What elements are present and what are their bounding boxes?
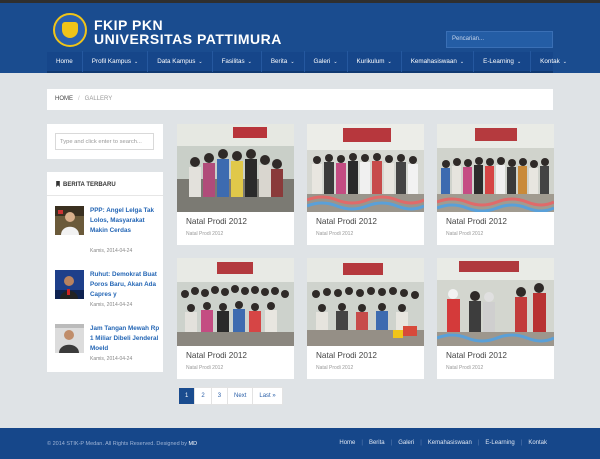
sidebar-search-widget: Type and click enter to search...: [47, 124, 163, 159]
bookmark-icon: [56, 181, 60, 187]
nav-item-kemahasiswaan[interactable]: Kemahasiswaan ⌄: [402, 51, 475, 72]
divider: [47, 195, 163, 196]
nav-label: Kemahasiswaan: [410, 58, 457, 65]
nav-label: Profil Kampus: [91, 58, 131, 65]
nav-item-home[interactable]: Home: [47, 51, 83, 72]
site-header: FKIP PKN UNIVERSITAS PATTIMURA Pencarian…: [0, 0, 600, 52]
nav-item-data-kampus[interactable]: Data Kampus ⌄: [148, 51, 213, 72]
gallery-card-subtitle: Natal Prodi 2012: [316, 231, 354, 237]
gallery-card[interactable]: Natal Prodi 2012 Natal Prodi 2012: [307, 124, 424, 245]
page-1-link[interactable]: 1: [179, 388, 196, 404]
nav-label: Kurikulum: [356, 58, 385, 65]
gallery-photo[interactable]: [307, 124, 424, 212]
gallery-card[interactable]: Natal Prodi 2012 Natal Prodi 2012: [437, 124, 554, 245]
sidebar-search-input[interactable]: Type and click enter to search...: [55, 133, 154, 150]
gallery-photo[interactable]: [437, 258, 554, 346]
copyright-text: © 2014 STIK-P Medan. All Rights Reserved…: [47, 441, 197, 447]
news-widget-heading: BERITA TERBARU: [55, 181, 116, 188]
gallery-card-subtitle: Natal Prodi 2012: [446, 231, 484, 237]
nav-item-kontak[interactable]: Kontak ⌄: [531, 51, 576, 72]
nav-item-e-learning[interactable]: E-Learning ⌄: [474, 51, 532, 72]
copyright-label: © 2014 STIK-P Medan. All Rights Reserved…: [47, 441, 187, 447]
nav-label: Galeri: [313, 58, 331, 65]
gallery-card[interactable]: Natal Prodi 2012 Natal Prodi 2012: [177, 258, 294, 379]
gallery-card-title[interactable]: Natal Prodi 2012: [446, 217, 507, 226]
gallery-card[interactable]: Natal Prodi 2012 Natal Prodi 2012: [177, 124, 294, 245]
nav-label: Fasilitas: [221, 58, 245, 65]
gallery-card-title[interactable]: Natal Prodi 2012: [446, 351, 507, 360]
nav-label: Berita: [270, 58, 288, 65]
gallery-card-title[interactable]: Natal Prodi 2012: [186, 351, 247, 360]
nav-item-fasilitas[interactable]: Fasilitas ⌄: [213, 51, 262, 72]
nav-item-profil-kampus[interactable]: Profil Kampus ⌄: [83, 51, 149, 72]
gallery-card-title[interactable]: Natal Prodi 2012: [186, 217, 247, 226]
chevron-down-icon: ⌄: [290, 59, 295, 65]
news-thumbnail[interactable]: [55, 206, 84, 235]
chevron-down-icon: ⌄: [134, 59, 139, 65]
footer-link-kemahasiswaan[interactable]: Kemahasiswaan: [422, 440, 478, 446]
main-nav: Home Profil Kampus ⌄ Data Kampus ⌄ Fasilit…: [47, 51, 567, 73]
university-logo[interactable]: [53, 13, 87, 47]
chevron-down-icon: ⌄: [198, 59, 203, 65]
gallery-card[interactable]: Natal Prodi 2012 Natal Prodi 2012: [307, 258, 424, 379]
gallery-card-subtitle: Natal Prodi 2012: [186, 365, 224, 371]
footer-link-kontak[interactable]: Kontak: [522, 440, 553, 446]
designer-link[interactable]: MD: [189, 441, 198, 447]
chevron-down-icon: ⌄: [387, 59, 392, 65]
news-title[interactable]: PPP: Angel Lelga Tak Lolos, Masyarakat M…: [90, 206, 160, 236]
gallery-photo[interactable]: [177, 258, 294, 346]
header-search-input[interactable]: Pencarian...: [446, 31, 553, 48]
breadcrumb: HOME / GALLERY: [47, 89, 553, 110]
news-date: Kamis, 2014-04-24: [90, 302, 133, 308]
news-widget-heading-label: BERITA TERBARU: [63, 182, 116, 188]
last-page-link[interactable]: Last »: [253, 388, 281, 404]
gallery-photo[interactable]: [307, 258, 424, 346]
next-page-link[interactable]: Next: [228, 388, 254, 404]
news-thumbnail[interactable]: [55, 324, 84, 353]
latest-news-widget: BERITA TERBARU PPP: Angel Lelga Tak Lolo…: [47, 172, 163, 372]
news-date: Kamis, 2014-04-24: [90, 248, 133, 254]
nav-label: Kontak: [540, 58, 560, 65]
brand-subtitle[interactable]: UNIVERSITAS PATTIMURA: [94, 31, 282, 47]
nav-item-galeri[interactable]: Galeri ⌄: [305, 51, 348, 72]
news-date: Kamis, 2014-04-24: [90, 356, 133, 362]
page-2-link[interactable]: 2: [195, 388, 212, 404]
news-thumbnail[interactable]: [55, 270, 84, 299]
gallery-card-subtitle: Natal Prodi 2012: [186, 231, 224, 237]
breadcrumb-separator: /: [78, 96, 80, 102]
chevron-down-icon: ⌄: [516, 59, 522, 65]
page-3-link[interactable]: 3: [212, 388, 229, 404]
gallery-card[interactable]: Natal Prodi 2012 Natal Prodi 2012: [437, 258, 554, 379]
chevron-down-icon: ⌄: [562, 59, 567, 65]
chevron-down-icon: ⌄: [459, 59, 465, 65]
news-title[interactable]: Jam Tangan Mewah Rp 1 Miliar Dibeli Jend…: [90, 324, 160, 354]
pagination: 1 2 3 Next Last »: [178, 387, 283, 405]
gallery-card-subtitle: Natal Prodi 2012: [446, 365, 484, 371]
gallery-card-subtitle: Natal Prodi 2012: [316, 365, 354, 371]
nav-item-berita[interactable]: Berita ⌄: [262, 51, 305, 72]
gallery-photo[interactable]: [177, 124, 294, 212]
footer-link-berita[interactable]: Berita: [363, 440, 391, 446]
gallery-photo[interactable]: [437, 124, 554, 212]
breadcrumb-home[interactable]: HOME: [55, 96, 73, 102]
gallery-card-title[interactable]: Natal Prodi 2012: [316, 351, 377, 360]
chevron-down-icon: ⌄: [247, 59, 252, 65]
nav-item-kurikulum[interactable]: Kurikulum ⌄: [348, 51, 402, 72]
footer-link-galeri[interactable]: Galeri: [392, 440, 420, 446]
nav-label: Home: [56, 58, 73, 65]
footer-link-home[interactable]: Home: [333, 440, 361, 446]
chevron-down-icon: ⌄: [333, 59, 338, 65]
nav-label: E-Learning: [483, 58, 514, 65]
footer-links: Home | Berita | Galeri | Kemahasiswaan | E-L…: [333, 440, 553, 446]
logo-emblem: [62, 22, 78, 38]
gallery-card-title[interactable]: Natal Prodi 2012: [316, 217, 377, 226]
nav-label: Data Kampus: [157, 58, 196, 65]
news-title[interactable]: Ruhut: Demokrat Buat Poros Baru, Akan Ad…: [90, 270, 160, 300]
footer-link-e-learning[interactable]: E-Learning: [479, 440, 520, 446]
breadcrumb-current: GALLERY: [84, 96, 113, 102]
site-footer: © 2014 STIK-P Medan. All Rights Reserved…: [0, 428, 600, 459]
